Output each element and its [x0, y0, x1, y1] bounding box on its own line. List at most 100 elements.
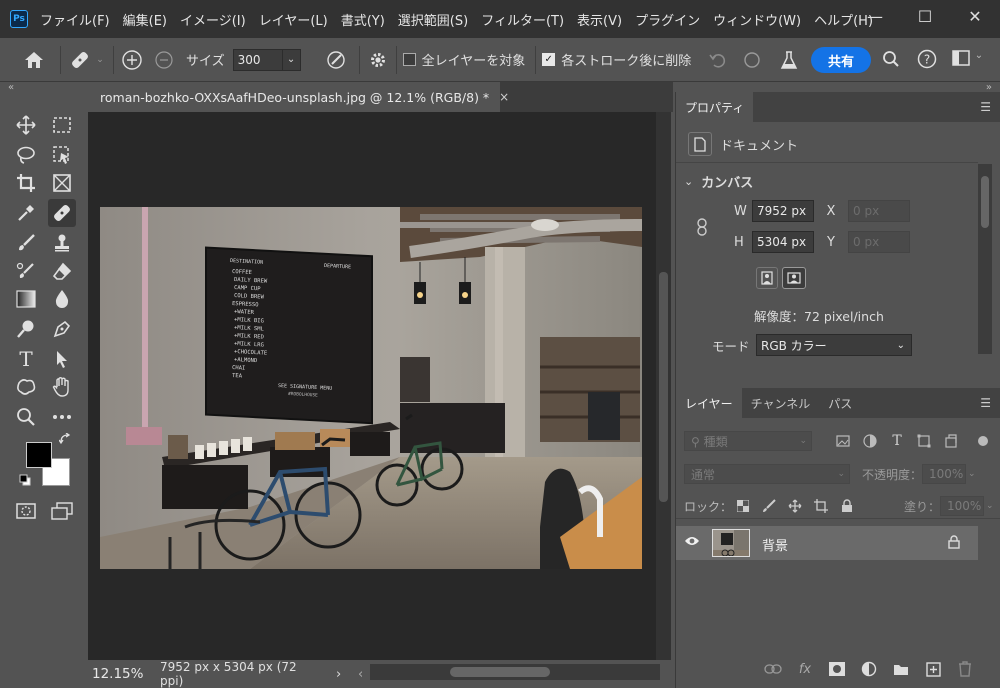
properties-scrollbar-thumb[interactable]	[981, 176, 989, 228]
lock-all-icon[interactable]	[838, 497, 856, 515]
height-input[interactable]: 5304 px	[752, 231, 814, 253]
crop-tool-icon[interactable]	[12, 169, 40, 197]
size-dropdown-icon[interactable]: ⌄	[282, 48, 301, 71]
more-tools-icon[interactable]	[48, 403, 76, 431]
menu-filter[interactable]: フィルター(T)	[481, 10, 564, 29]
new-layer-icon[interactable]	[924, 660, 942, 678]
eye-icon[interactable]	[684, 535, 700, 550]
menu-edit[interactable]: 編集(E)	[123, 10, 167, 29]
lasso-tool-icon[interactable]	[12, 141, 40, 169]
lock-pixels-icon[interactable]	[760, 497, 778, 515]
lock-position-icon[interactable]	[786, 497, 804, 515]
screen-mode-icon[interactable]	[48, 497, 76, 525]
history-brush-tool-icon[interactable]	[12, 257, 40, 285]
default-colors-icon[interactable]	[18, 473, 32, 487]
frame-tool-icon[interactable]	[48, 169, 76, 197]
hand-tool-icon[interactable]	[48, 373, 76, 401]
all-layers-checkbox[interactable]	[402, 53, 416, 66]
swap-colors-icon[interactable]	[58, 432, 72, 446]
lock-artboard-icon[interactable]	[812, 497, 830, 515]
width-input[interactable]: 7952 px	[752, 200, 814, 222]
path-selection-tool-icon[interactable]	[48, 345, 76, 373]
layers-panel-menu-icon[interactable]: ☰	[980, 396, 991, 410]
move-tool-icon[interactable]	[12, 111, 40, 139]
foreground-color-swatch[interactable]	[26, 442, 52, 468]
canvas-image[interactable]: DESTINATION DEPARTURE COFFEE DAILY BREW …	[100, 207, 642, 569]
menu-file[interactable]: ファイル(F)	[40, 10, 110, 29]
tab-paths[interactable]: パス	[819, 388, 861, 418]
chevron-down-icon[interactable]: ⌄	[968, 469, 976, 479]
eraser-tool-icon[interactable]	[48, 257, 76, 285]
status-menu-arrow[interactable]: ›	[336, 667, 341, 682]
panel-menu-icon[interactable]: ☰	[980, 100, 991, 114]
document-tab[interactable]: roman-bozhko-OXXsAafHDeo-unsplash.jpg @ …	[88, 82, 509, 112]
opacity-input[interactable]: 100%	[922, 464, 967, 484]
workspace-dropdown-icon[interactable]: ⌄	[972, 50, 986, 61]
dodge-tool-icon[interactable]	[12, 315, 40, 343]
custom-shape-tool-icon[interactable]	[12, 373, 40, 401]
tab-properties[interactable]: プロパティ	[676, 92, 754, 122]
type-filter-icon[interactable]: T	[888, 432, 906, 450]
adjustment-layer-icon[interactable]	[860, 660, 878, 678]
trash-icon[interactable]	[956, 660, 974, 678]
add-mask-icon[interactable]	[828, 660, 846, 678]
close-tab-icon[interactable]: ×	[499, 90, 509, 104]
delete-after-stroke-checkbox[interactable]: ✓	[542, 53, 556, 66]
scroll-left-arrow[interactable]: ‹	[358, 667, 363, 682]
menu-window[interactable]: ウィンドウ(W)	[713, 10, 801, 29]
clone-stamp-tool-icon[interactable]	[48, 229, 76, 257]
chevron-down-icon[interactable]: ⌄	[986, 501, 994, 511]
collapse-left-icon[interactable]: «	[8, 82, 14, 93]
menu-type[interactable]: 書式(Y)	[341, 10, 385, 29]
menu-layer[interactable]: レイヤー(L)	[259, 10, 328, 29]
share-button[interactable]: 共有	[811, 47, 871, 73]
mode-select[interactable]: RGB カラー ⌄	[756, 334, 912, 356]
menu-select[interactable]: 選択範囲(S)	[398, 10, 468, 29]
workspace-icon[interactable]	[950, 50, 972, 66]
zoom-level[interactable]: 12.15%	[92, 666, 154, 682]
layer-row[interactable]: 背景	[676, 526, 978, 560]
tab-layers[interactable]: レイヤー	[676, 388, 742, 418]
beaker-icon[interactable]	[778, 50, 800, 70]
quick-mask-icon[interactable]	[12, 497, 40, 525]
pressure-size-icon[interactable]	[323, 50, 349, 70]
gradient-tool-icon[interactable]	[12, 285, 40, 313]
close-window-button[interactable]: ✕	[950, 0, 1000, 32]
portrait-orientation-icon[interactable]	[756, 267, 778, 289]
maximize-button[interactable]: ☐	[900, 0, 950, 32]
spot-healing-preset-icon[interactable]	[67, 49, 93, 71]
shape-filter-icon[interactable]	[915, 432, 933, 450]
menu-image[interactable]: イメージ(I)	[180, 10, 246, 29]
subtract-selection-icon[interactable]	[152, 50, 176, 70]
preset-dropdown-icon[interactable]: ⌄	[93, 55, 107, 65]
marquee-tool-icon[interactable]	[48, 111, 76, 139]
lock-transparent-icon[interactable]	[734, 497, 752, 515]
pixel-filter-icon[interactable]	[834, 432, 852, 450]
adjustment-filter-icon[interactable]	[861, 432, 879, 450]
link-dimensions-icon[interactable]	[696, 218, 708, 239]
menu-plugins[interactable]: プラグイン	[635, 10, 700, 29]
gear-icon[interactable]	[366, 51, 390, 69]
layer-filter-select[interactable]: ⚲ 種類 ⌄	[684, 431, 812, 451]
menu-view[interactable]: 表示(V)	[577, 10, 622, 29]
link-layers-icon[interactable]	[764, 660, 782, 678]
zoom-tool-icon[interactable]	[12, 403, 40, 431]
canvas-horizontal-scrollbar[interactable]	[370, 664, 660, 680]
spot-healing-tool-icon[interactable]	[48, 199, 76, 227]
object-selection-tool-icon[interactable]	[48, 141, 76, 169]
folder-icon[interactable]	[892, 660, 910, 678]
fill-input[interactable]: 100%	[940, 496, 985, 516]
size-input[interactable]: 300	[232, 48, 283, 71]
canvas-section-header[interactable]: ⌄ カンバス	[684, 172, 753, 191]
blend-mode-select[interactable]: 通常 ⌄	[684, 464, 850, 484]
horizontal-scrollbar-thumb[interactable]	[450, 667, 550, 677]
type-tool-icon[interactable]: T	[12, 345, 40, 373]
add-to-selection-icon[interactable]	[120, 49, 144, 71]
blur-tool-icon[interactable]	[48, 285, 76, 313]
canvas-vertical-scrollbar[interactable]	[656, 112, 671, 660]
landscape-orientation-icon[interactable]	[782, 267, 806, 289]
properties-scrollbar[interactable]	[978, 164, 992, 354]
vertical-scrollbar-thumb[interactable]	[659, 272, 668, 502]
pen-tool-icon[interactable]	[48, 315, 76, 343]
filter-toggle[interactable]	[978, 436, 988, 446]
